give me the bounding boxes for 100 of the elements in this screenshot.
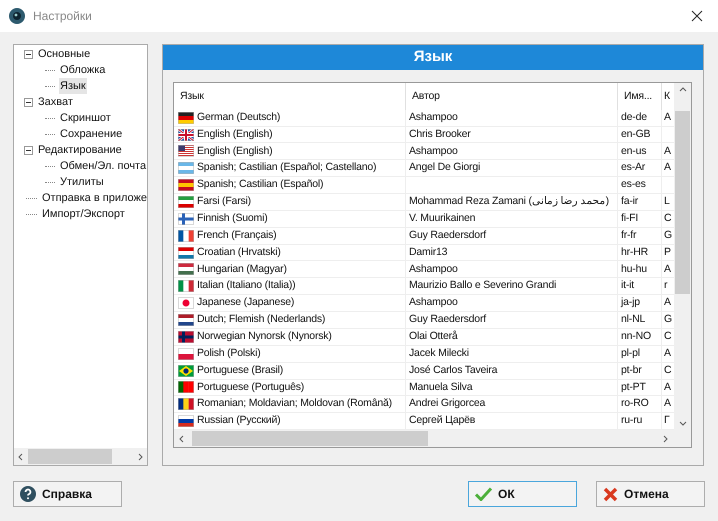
window-title: Настройки [33, 8, 93, 25]
scroll-right-icon[interactable] [661, 434, 669, 442]
table-cell-text: V. Muurikainen [409, 210, 476, 226]
table-cell-text: Andrei Grigorcea [409, 396, 486, 412]
table-cell-text: German (Deutsch) [197, 110, 280, 125]
table-cell-text: Farsi (Farsi) [197, 194, 251, 210]
ok-button[interactable]: ОК [468, 481, 577, 507]
table-cell-text: English (English) [197, 126, 272, 142]
table-cell-text: ru-ru [621, 413, 642, 428]
table-cell-text: pt-PT [621, 380, 646, 395]
table-cell-text: pt-br [621, 362, 642, 378]
scroll-left-icon[interactable] [178, 434, 186, 442]
table-cell-text: pl-pl [621, 346, 640, 361]
table-cell-text: ja-jp [621, 295, 640, 310]
flag-icon [178, 112, 194, 124]
table-cell-text: Romanian; Moldavian; Moldovan (Română) [197, 396, 392, 412]
flag-icon [178, 196, 194, 208]
table-cell-text: G [664, 228, 672, 243]
table-cell-text: A [664, 262, 671, 277]
collapse-toggle[interactable] [24, 146, 33, 154]
table-cell-text: Italian (Italiano (Italia)) [197, 278, 296, 294]
help-button[interactable]: Справка [13, 481, 122, 507]
column-header[interactable]: Автор [405, 83, 617, 110]
table-cell-text: A [664, 380, 671, 395]
table-cell-text: Russian (Русский) [197, 413, 280, 428]
scroll-left-icon[interactable] [17, 452, 25, 460]
table-cell-text: de-de [621, 110, 647, 125]
tree-item[interactable]: Захват [37, 94, 74, 110]
table-cell-text: Jacek Milecki [409, 346, 469, 361]
table-cell-text: en-us [621, 144, 646, 159]
table-cell-text: es-es [621, 177, 646, 192]
table-cell-text: Ashampoo [409, 295, 458, 310]
table-cell-text: Chris Brooker [409, 126, 471, 142]
tree-item[interactable]: Утилиты [59, 174, 105, 190]
horizontal-scrollbar[interactable] [14, 448, 147, 465]
tree-item[interactable]: Обложка [59, 62, 106, 78]
help-icon [20, 486, 36, 502]
table-cell-text: hu-hu [621, 262, 647, 277]
scroll-down-icon[interactable] [678, 419, 686, 427]
table-cell-text: Norwegian Nynorsk (Nynorsk) [197, 328, 332, 344]
table-cell-text: fa-ir [621, 194, 638, 210]
table-cell-text: nn-NO [621, 328, 651, 344]
collapse-toggle[interactable] [24, 50, 33, 58]
table-cell-text: Ashampoo [409, 262, 458, 277]
table-cell-text: it-it [621, 278, 634, 294]
scroll-right-icon[interactable] [136, 452, 144, 460]
table-cell-text: fi-FI [621, 210, 638, 226]
table-cell-text: Ashampoo [409, 110, 458, 125]
flag-icon [178, 280, 194, 292]
table-cell-text: nl-NL [621, 312, 646, 328]
table-cell-text: L [664, 194, 670, 210]
table-cell-text: A [664, 144, 671, 159]
flag-icon [178, 330, 194, 343]
horizontal-scrollbar[interactable] [174, 430, 691, 447]
table-cell-text: A [664, 396, 671, 412]
table-cell-text: Maurizio Ballo e Severino Grandi [409, 278, 556, 294]
table-cell-text: A [664, 110, 671, 125]
table-cell-text: G [664, 312, 672, 328]
close-icon[interactable] [691, 10, 703, 22]
scroll-up-icon[interactable] [678, 86, 686, 94]
flag-icon [178, 398, 194, 410]
table-cell-text: Damir13 [409, 244, 448, 260]
tree-item[interactable]: Язык [59, 78, 87, 94]
flag-icon [178, 212, 194, 225]
flag-icon [178, 162, 194, 174]
cancel-button[interactable]: Отмена [596, 481, 705, 507]
table-cell-text: Guy Raedersdorf [409, 312, 486, 328]
table-cell-text: es-Ar [621, 160, 646, 176]
table-cell-text: José Carlos Taveira [409, 362, 498, 378]
column-header[interactable]: Имя... [617, 83, 661, 110]
tree-item[interactable]: Сохранение [59, 126, 124, 142]
tree-item[interactable]: Обмен/Эл. почта [59, 158, 147, 174]
table-cell-text: Angel De Giorgi [409, 160, 480, 176]
flag-icon [178, 297, 194, 310]
table-cell-text: fr-fr [621, 228, 636, 243]
table-cell-text: hr-HR [621, 244, 648, 260]
table-cell-text: C [664, 328, 672, 344]
table-cell-text: A [664, 346, 671, 361]
collapse-toggle[interactable] [24, 98, 33, 106]
column-header[interactable]: Язык [174, 83, 405, 110]
table-cell-text: Hungarian (Magyar) [197, 262, 287, 277]
flag-icon [178, 364, 194, 377]
close-icon [603, 486, 618, 502]
flag-icon [178, 381, 194, 394]
table-cell-text: Ashampoo [409, 144, 458, 159]
tree-item[interactable]: Отправка в приложе [41, 190, 147, 206]
table-cell-text: Olai Otterå [409, 328, 458, 344]
tree-item[interactable]: Импорт/Экспорт [41, 206, 126, 222]
table-cell-text: Spanish; Castilian (Español) [197, 177, 324, 192]
vertical-scrollbar[interactable] [674, 83, 691, 430]
tree-item[interactable]: Основные [37, 46, 92, 62]
tree-item[interactable]: Редактирование [37, 142, 123, 158]
flag-icon [178, 230, 194, 242]
table-cell-text: Polish (Polski) [197, 346, 261, 361]
tree-item[interactable]: Скриншот [59, 110, 112, 126]
flag-icon [178, 263, 194, 276]
table-cell-text: French (Français) [197, 228, 276, 243]
panel-header: Язык [163, 45, 703, 70]
table-cell-text: Manuela Silva [409, 380, 472, 395]
flag-icon [178, 246, 194, 259]
